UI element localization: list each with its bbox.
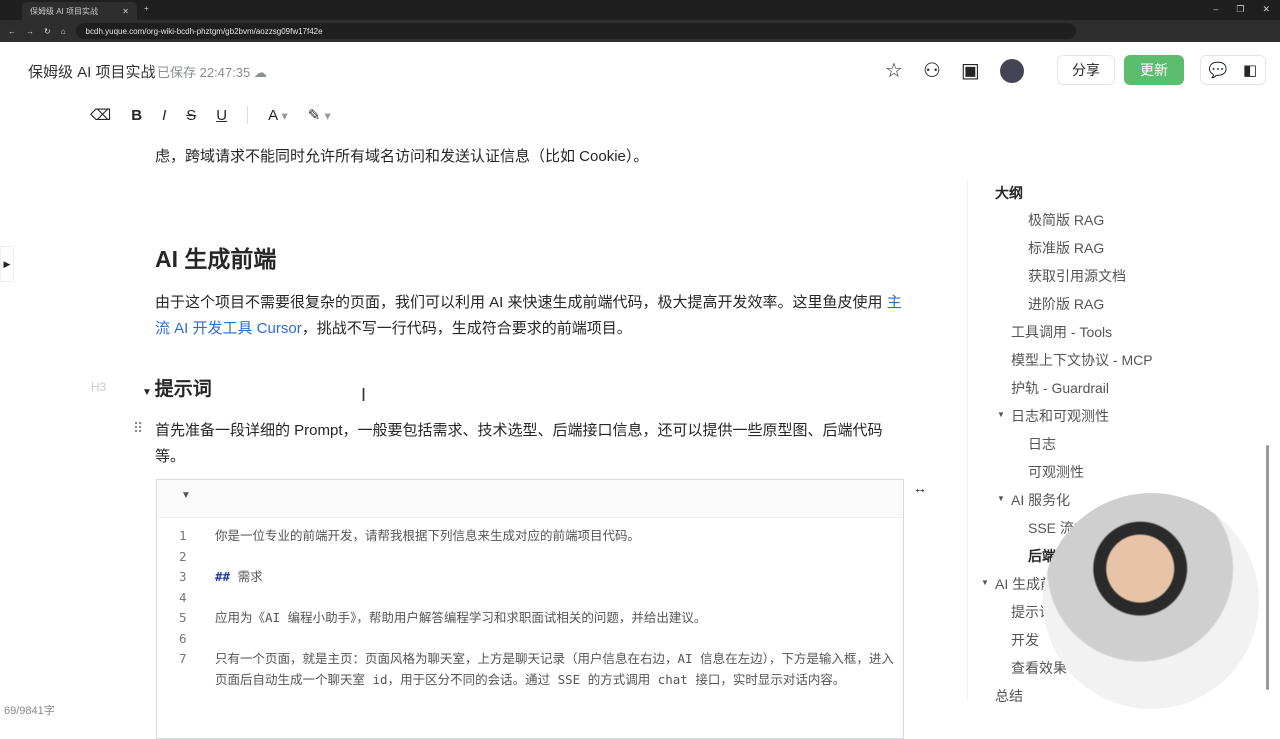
- share-button[interactable]: 分享: [1057, 55, 1115, 85]
- outline-item[interactable]: 进阶版 RAG: [1028, 294, 1104, 314]
- code-block-header: ▼: [157, 480, 903, 518]
- italic-button[interactable]: I: [162, 107, 166, 124]
- format-toolbar: ⌫ B I S U A ▾ ✎ ▾: [90, 106, 331, 124]
- line-number: 6: [179, 630, 187, 646]
- code-line: 5 应用为《AI 编程小助手》，帮助用户解答编程学习和求职面试相关的问题，并给出建…: [157, 608, 903, 629]
- line-number: 3: [179, 569, 187, 584]
- caret-down-icon[interactable]: ▼: [997, 494, 1005, 503]
- strikethrough-button[interactable]: S: [186, 107, 196, 124]
- comment-icon[interactable]: 💬: [1209, 61, 1228, 79]
- word-count: 69/9841字: [4, 705, 55, 717]
- add-collaborator-icon[interactable]: ⚇: [923, 58, 941, 83]
- outline-item[interactable]: 极简版 RAG: [1028, 210, 1104, 230]
- tab-title: 保姆级 AI 项目实战: [30, 6, 99, 16]
- outline-item[interactable]: 总结: [995, 686, 1023, 706]
- outline-scrollbar[interactable]: [1266, 445, 1269, 690]
- sidebar-toggle-icon[interactable]: ◧: [1243, 61, 1257, 79]
- outline-item[interactable]: 查看效果: [1011, 658, 1067, 678]
- forward-icon[interactable]: →: [26, 27, 34, 36]
- webcam-overlay: [1043, 493, 1259, 709]
- back-icon[interactable]: ←: [8, 27, 16, 36]
- outline-item[interactable]: ▼ 日志和可观测性: [997, 406, 1109, 426]
- code-text: 应用为《AI 编程小助手》，帮助用户解答编程学习和求职面试相关的问题，并给出建议…: [215, 610, 707, 625]
- doc-title: 保姆级 AI 项目实战: [28, 64, 156, 81]
- new-tab-icon[interactable]: +: [144, 4, 149, 13]
- drag-handle-icon[interactable]: ⠿: [133, 420, 143, 437]
- heading-h2: AI 生成前端: [155, 246, 277, 272]
- reload-icon[interactable]: ↻: [44, 27, 51, 36]
- line-number: 5: [179, 610, 187, 625]
- collapse-code-icon[interactable]: ▼: [181, 490, 191, 501]
- code-line: 1 你是一位专业的前端开发，请帮我根据下列信息来生成对应的前端项目代码。: [157, 526, 903, 547]
- cloud-icon: ☁: [253, 65, 267, 80]
- outline-item[interactable]: 标准版 RAG: [1028, 238, 1104, 258]
- paragraph: 由于这个项目不需要很复杂的页面，我们可以利用 AI 来快速生成前端代码，极大提高…: [155, 294, 902, 337]
- line-number: 1: [179, 528, 187, 543]
- expand-width-icon[interactable]: ↔: [913, 480, 927, 496]
- minimize-icon[interactable]: –: [1213, 4, 1218, 15]
- outline-item[interactable]: 日志: [1028, 434, 1056, 454]
- star-icon[interactable]: ☆: [885, 58, 903, 83]
- url-input[interactable]: bcdh.yuque.com/org-wiki-bcdh-phztgm/gb2b…: [75, 23, 1076, 39]
- code-line: 7 只有一个页面，就是主页：页面风格为聊天室，上方是聊天记录（用户信息在右边，AI…: [157, 649, 903, 690]
- underline-button[interactable]: U: [216, 107, 227, 124]
- code-text: 你是一位专业的前端开发，请帮我根据下列信息来生成对应的前端项目代码。: [215, 528, 641, 543]
- collapse-caret-icon[interactable]: ▼: [142, 387, 155, 398]
- outline-item[interactable]: 模型上下文协议 - MCP: [1011, 350, 1153, 370]
- divider: [247, 106, 249, 124]
- expand-sidebar-icon[interactable]: ▶: [0, 246, 14, 282]
- eraser-icon[interactable]: ⌫: [90, 106, 111, 124]
- font-color-button[interactable]: A ▾: [268, 107, 288, 124]
- outline-item[interactable]: 获取引用源文档: [1028, 266, 1126, 286]
- browser-tab-bar: 保姆级 AI 项目实战 ✕ + – ❐ ✕: [0, 0, 1280, 20]
- paragraph: 首先准备一段详细的 Prompt，一般要包括需求、技术选型、后端接口信息，还可以…: [155, 422, 883, 465]
- caret-down-icon[interactable]: ▼: [981, 578, 989, 587]
- markdown-heading-token: ##: [215, 569, 231, 584]
- outline-title: 大纲: [995, 185, 1023, 201]
- paragraph: 虑，跨域请求不能同时允许所有域名访问和发送认证信息（比如 Cookie）。: [155, 148, 649, 165]
- code-block[interactable]: ▼ 1 你是一位专业的前端开发，请帮我根据下列信息来生成对应的前端项目代码。 2 3 #…: [156, 479, 904, 739]
- close-tab-icon[interactable]: ✕: [122, 7, 129, 16]
- code-text: 只有一个页面，就是主页：页面风格为聊天室，上方是聊天记录（用户信息在右边，AI …: [215, 651, 894, 687]
- caret-down-icon[interactable]: ▼: [997, 410, 1005, 419]
- code-line: 6: [157, 629, 903, 650]
- code-line: 4: [157, 588, 903, 609]
- url-text: bcdh.yuque.com/org-wiki-bcdh-phztgm/gb2b…: [85, 26, 323, 36]
- browser-tab[interactable]: 保姆级 AI 项目实战 ✕: [22, 2, 137, 20]
- bold-button[interactable]: B: [131, 107, 142, 124]
- line-number: 2: [179, 548, 187, 564]
- outline-item[interactable]: 开发: [1011, 630, 1039, 650]
- close-window-icon[interactable]: ✕: [1262, 4, 1270, 15]
- heading-level-mark: H3: [91, 380, 107, 394]
- save-status: 已保存 22:47:35 ☁: [157, 65, 267, 80]
- code-line: 2: [157, 547, 903, 568]
- highlight-button[interactable]: ✎ ▾: [308, 106, 331, 124]
- home-icon[interactable]: ⌂: [61, 27, 66, 36]
- restore-icon[interactable]: ❐: [1236, 4, 1244, 15]
- text-cursor-icon: I: [361, 385, 367, 405]
- present-icon[interactable]: ▣: [961, 58, 980, 83]
- line-number: 4: [179, 589, 187, 605]
- code-line: 3 ## 需求: [157, 567, 903, 588]
- code-text: ## 需求: [215, 569, 263, 584]
- outline-item[interactable]: 护轨 - Guardrail: [1011, 378, 1109, 398]
- outline-item[interactable]: 工具调用 - Tools: [1011, 322, 1112, 342]
- outline-item[interactable]: 可观测性: [1028, 462, 1084, 482]
- line-number: 7: [179, 651, 187, 666]
- update-button[interactable]: 更新: [1124, 55, 1184, 85]
- address-bar-row: ← → ↻ ⌂ bcdh.yuque.com/org-wiki-bcdh-phztgm…: [0, 20, 1280, 42]
- heading-h3: ▼ 提示词: [142, 379, 212, 400]
- avatar[interactable]: [999, 58, 1024, 83]
- outline-item[interactable]: ▼ AI 服务化: [997, 490, 1070, 510]
